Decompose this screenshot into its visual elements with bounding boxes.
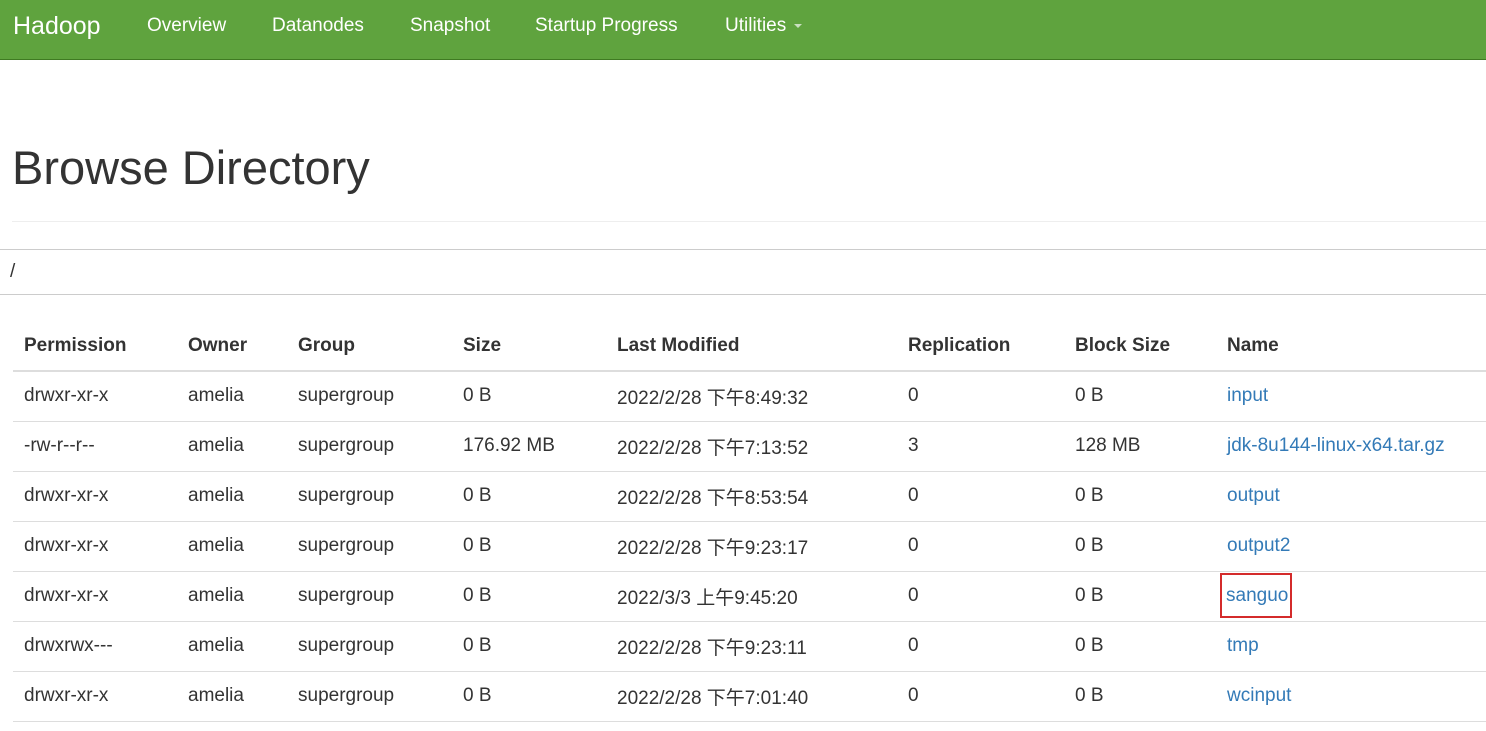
cell-group: supergroup: [287, 471, 452, 522]
cell-owner: amelia: [177, 671, 287, 722]
cell-size: 0 B: [452, 621, 606, 672]
nav-datanodes[interactable]: Datanodes: [272, 14, 364, 38]
table-row: drwxr-xr-x amelia supergroup 0 B 2022/2/28 下…: [13, 521, 1486, 572]
col-owner-header[interactable]: Owner: [177, 322, 287, 372]
cell-name: wcinput: [1216, 671, 1486, 722]
file-link[interactable]: output: [1227, 485, 1280, 506]
cell-block-size: 128 MB: [1064, 421, 1216, 472]
cell-size: 0 B: [452, 521, 606, 572]
cell-permission: drwxr-xr-x: [13, 471, 177, 522]
cell-block-size: 0 B: [1064, 521, 1216, 572]
cell-permission: -rw-r--r--: [13, 421, 177, 472]
cell-owner: amelia: [177, 371, 287, 422]
cell-size: 176.92 MB: [452, 421, 606, 472]
cell-permission: drwxr-xr-x: [13, 571, 177, 622]
col-size-header[interactable]: Size: [452, 322, 606, 372]
cell-group: supergroup: [287, 421, 452, 472]
cell-last-modified: 2022/2/28 下午9:23:17: [606, 521, 897, 572]
top-navbar: Hadoop Overview Datanodes Snapshot Start…: [0, 0, 1486, 60]
cell-size: 0 B: [452, 371, 606, 422]
cell-replication: 0: [897, 571, 1064, 622]
cell-size: 0 B: [452, 671, 606, 722]
col-block-size-header[interactable]: Block Size: [1064, 322, 1216, 372]
cell-permission: drwxr-xr-x: [13, 521, 177, 572]
table-row: drwxr-xr-x amelia supergroup 0 B 2022/2/28 下…: [13, 371, 1486, 422]
cell-last-modified: 2022/2/28 下午7:01:40: [606, 671, 897, 722]
caret-down-icon: [794, 23, 803, 28]
cell-group: supergroup: [287, 571, 452, 622]
cell-last-modified: 2022/2/28 下午8:49:32: [606, 371, 897, 422]
cell-block-size: 0 B: [1064, 371, 1216, 422]
cell-name: output2: [1216, 521, 1486, 572]
cell-group: supergroup: [287, 671, 452, 722]
file-link[interactable]: sanguo: [1219, 573, 1293, 618]
cell-name: output: [1216, 471, 1486, 522]
table-row: drwxr-xr-x amelia supergroup 0 B 2022/2/28 下…: [13, 671, 1486, 722]
cell-owner: amelia: [177, 571, 287, 622]
cell-owner: amelia: [177, 471, 287, 522]
nav-startup-progress[interactable]: Startup Progress: [535, 14, 678, 38]
cell-group: supergroup: [287, 621, 452, 672]
file-link[interactable]: jdk-8u144-linux-x64.tar.gz: [1227, 435, 1445, 456]
file-link[interactable]: output2: [1227, 535, 1290, 556]
current-path[interactable]: /: [10, 261, 15, 283]
cell-last-modified: 2022/2/28 下午9:23:11: [606, 621, 897, 672]
nav-snapshot[interactable]: Snapshot: [410, 14, 490, 38]
col-permission-header[interactable]: Permission: [13, 322, 177, 372]
cell-name: tmp: [1216, 621, 1486, 672]
brand-logo[interactable]: Hadoop: [13, 11, 101, 41]
cell-permission: drwxrwx---: [13, 621, 177, 672]
divider: [12, 221, 1486, 222]
nav-utilities-label: Utilities: [725, 15, 787, 36]
col-group-header[interactable]: Group: [287, 322, 452, 372]
cell-size: 0 B: [452, 471, 606, 522]
cell-block-size: 0 B: [1064, 621, 1216, 672]
cell-last-modified: 2022/2/28 下午7:13:52: [606, 421, 897, 472]
table-row: drwxr-xr-x amelia supergroup 0 B 2022/2/28 下…: [13, 471, 1486, 522]
cell-group: supergroup: [287, 521, 452, 572]
cell-size: 0 B: [452, 571, 606, 622]
cell-last-modified: 2022/2/28 下午8:53:54: [606, 471, 897, 522]
table-row: drwxr-xr-x amelia supergroup 0 B 2022/3/3 上午…: [13, 571, 1486, 622]
directory-table-container: Permission Owner Group Size Last Modifie…: [13, 322, 1486, 722]
file-link[interactable]: input: [1227, 385, 1268, 406]
directory-table: Permission Owner Group Size Last Modifie…: [13, 322, 1486, 722]
cell-replication: 0: [897, 371, 1064, 422]
cell-permission: drwxr-xr-x: [13, 371, 177, 422]
cell-owner: amelia: [177, 621, 287, 672]
cell-owner: amelia: [177, 421, 287, 472]
cell-block-size: 0 B: [1064, 471, 1216, 522]
col-last-modified-header[interactable]: Last Modified: [606, 322, 897, 372]
cell-name: jdk-8u144-linux-x64.tar.gz: [1216, 421, 1486, 472]
cell-last-modified: 2022/3/3 上午9:45:20: [606, 571, 897, 622]
table-row: -rw-r--r-- amelia supergroup 176.92 MB 2022/…: [13, 421, 1486, 472]
cell-name: sanguo: [1216, 571, 1486, 622]
cell-block-size: 0 B: [1064, 571, 1216, 622]
cell-permission: drwxr-xr-x: [13, 671, 177, 722]
cell-owner: amelia: [177, 521, 287, 572]
nav-overview[interactable]: Overview: [147, 14, 226, 38]
table-header-row: Permission Owner Group Size Last Modifie…: [13, 322, 1486, 372]
cell-replication: 0: [897, 621, 1064, 672]
path-breadcrumb: /: [0, 249, 1486, 295]
cell-replication: 0: [897, 671, 1064, 722]
file-link[interactable]: wcinput: [1227, 685, 1291, 706]
cell-block-size: 0 B: [1064, 671, 1216, 722]
nav-utilities-dropdown[interactable]: Utilities: [725, 14, 803, 38]
cell-replication: 0: [897, 471, 1064, 522]
table-row: drwxrwx--- amelia supergroup 0 B 2022/2/28 下…: [13, 621, 1486, 672]
page-title: Browse Directory: [12, 141, 370, 194]
cell-replication: 3: [897, 421, 1064, 472]
cell-replication: 0: [897, 521, 1064, 572]
file-link[interactable]: tmp: [1227, 635, 1259, 656]
cell-group: supergroup: [287, 371, 452, 422]
col-replication-header[interactable]: Replication: [897, 322, 1064, 372]
col-name-header[interactable]: Name: [1216, 322, 1486, 372]
cell-name: input: [1216, 371, 1486, 422]
